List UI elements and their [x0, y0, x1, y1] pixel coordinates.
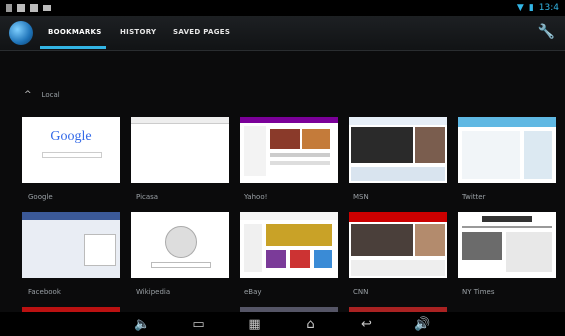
bookmark-thumb-cnn[interactable]	[349, 212, 447, 278]
image-icon	[17, 4, 25, 12]
notification-icons	[6, 4, 51, 12]
wifi-icon: ▼	[516, 3, 524, 13]
bookmark-thumb-google[interactable]: Google	[22, 117, 120, 183]
volume-up-icon[interactable]: 🔊	[412, 317, 434, 332]
clock: 13:4	[538, 3, 559, 13]
bookmark-thumb-nytimes[interactable]	[458, 212, 556, 278]
search-box-image	[42, 152, 102, 158]
bookmark-label: Facebook	[28, 288, 61, 296]
bookmark-thumb-facebook[interactable]	[22, 212, 120, 278]
bookmark-label: NY Times	[462, 288, 495, 296]
volume-down-icon[interactable]: 🔈	[132, 317, 154, 332]
bookmark-label: Picasa	[136, 193, 159, 201]
bookmark-thumb-yahoo[interactable]	[240, 117, 338, 183]
active-tab-indicator	[40, 46, 106, 49]
bookmark-label: MSN	[353, 193, 369, 201]
bookmark-thumb-ebay[interactable]	[240, 212, 338, 278]
bookmark-thumb-msn[interactable]	[349, 117, 447, 183]
bookmark-label: Wikipedia	[136, 288, 171, 296]
google-logo: Google	[22, 129, 120, 145]
home-icon[interactable]: ⌂	[300, 317, 322, 332]
usb-icon	[6, 4, 12, 12]
tab-bookmarks[interactable]: BOOKMARKS	[48, 28, 102, 36]
system-navigation-bar: 🔈 ▭ ▦ ⌂ ↩ 🔊	[0, 312, 565, 336]
bookmark-thumb-twitter[interactable]	[458, 117, 556, 183]
tab-history[interactable]: HISTORY	[120, 28, 156, 36]
bookmark-thumb-wikipedia[interactable]	[131, 212, 229, 278]
bookmark-label: Google	[28, 193, 53, 201]
yahoo-header	[240, 117, 338, 123]
system-icons: ▼ ▮ 13:4	[517, 3, 559, 13]
bookmark-label: CNN	[353, 288, 369, 296]
message-icon	[43, 5, 51, 11]
photo-icon	[30, 4, 38, 12]
google-logo-text: Google	[50, 129, 92, 144]
browser-globe-icon[interactable]	[9, 21, 33, 45]
wrench-icon[interactable]: 🔧	[538, 24, 555, 40]
bookmark-label: Twitter	[462, 193, 486, 201]
tab-saved-pages[interactable]: SAVED PAGES	[173, 28, 230, 36]
picasa-header	[131, 117, 229, 124]
action-bar: BOOKMARKS HISTORY SAVED PAGES 🔧	[0, 16, 565, 51]
bookmark-thumb-picasa[interactable]	[131, 117, 229, 183]
recent-apps-icon[interactable]: ▭	[188, 317, 210, 332]
collapse-caret-icon[interactable]: ^	[24, 90, 32, 100]
section-header-local[interactable]: ^ Local	[24, 90, 60, 100]
bookmark-label: eBay	[244, 288, 262, 296]
battery-icon: ▮	[528, 3, 534, 13]
screenshot-icon[interactable]: ▦	[244, 317, 266, 332]
section-title: Local	[41, 91, 60, 99]
bookmark-label: Yahoo!	[244, 193, 268, 201]
status-bar: ▼ ▮ 13:4	[0, 0, 565, 16]
back-icon[interactable]: ↩	[356, 317, 378, 332]
